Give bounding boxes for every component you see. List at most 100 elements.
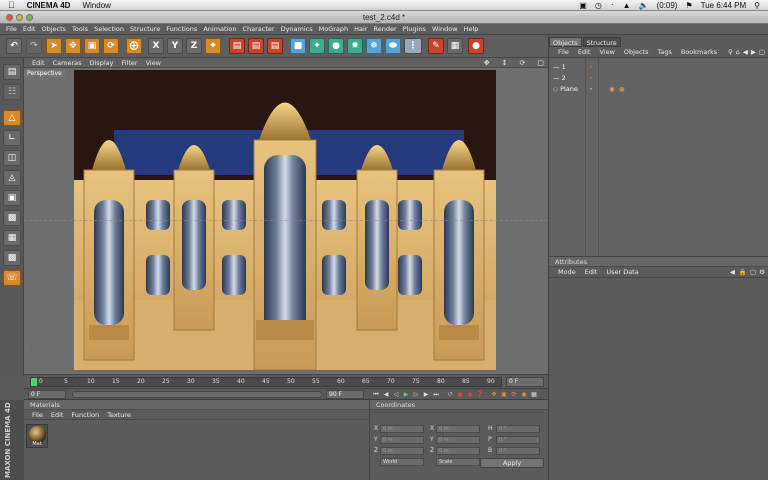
materials-menu-file[interactable]: File — [32, 411, 43, 419]
scale-icon[interactable]: ▣ — [84, 38, 100, 54]
close-window-button[interactable] — [6, 14, 13, 21]
bluetooth-icon[interactable]: ᛫ — [610, 1, 615, 10]
deformer-icon[interactable]: ❅ — [366, 38, 382, 54]
monitor-icon[interactable]: ▣ — [579, 1, 587, 10]
new-view-icon[interactable]: ▢ — [759, 48, 765, 56]
objects-menu-file[interactable]: File — [558, 48, 569, 56]
battery-status[interactable]: (0:09) — [657, 1, 678, 10]
render-picture-viewer-icon[interactable]: ▤ — [248, 38, 264, 54]
go-to-start-icon[interactable]: ⏮ — [372, 391, 380, 399]
position-key-icon[interactable]: ✥ — [490, 391, 498, 399]
nurbs-icon[interactable]: ● — [328, 38, 344, 54]
dolly-icon[interactable]: ↕ — [502, 59, 508, 67]
wifi-icon[interactable]: ▲ — [623, 1, 631, 10]
z-axis-lock-icon[interactable]: Z — [186, 38, 202, 54]
viewport-menu-display[interactable]: Display — [90, 59, 114, 67]
y-axis-lock-icon[interactable]: Y — [167, 38, 183, 54]
menu-objects[interactable]: Objects — [41, 25, 66, 33]
next-key-icon[interactable]: ▶ — [422, 391, 430, 399]
material-swatch[interactable]: Mat — [26, 424, 48, 448]
minimize-window-button[interactable] — [16, 14, 23, 21]
clock[interactable]: Tue 6:44 PM — [701, 1, 747, 10]
menu-render[interactable]: Render — [374, 25, 397, 33]
menu-functions[interactable]: Functions — [166, 25, 197, 33]
tab-structure[interactable]: Structure — [582, 37, 621, 47]
list-item[interactable]: ◇ Plane • ◉ ● — [553, 85, 625, 93]
light-icon[interactable]: ▦ — [447, 38, 463, 54]
prev-frame-icon[interactable]: ◁ — [392, 391, 400, 399]
menu-file[interactable]: File — [6, 25, 17, 33]
move-icon[interactable]: ✥ — [65, 38, 81, 54]
size-y-field[interactable]: 0 m — [436, 436, 480, 444]
back-icon[interactable]: ◀ — [743, 48, 748, 56]
visibility-dot-icon[interactable]: • — [589, 63, 593, 71]
points-icon[interactable]: ◫ — [3, 150, 21, 166]
settings-icon[interactable]: ⚙ — [759, 268, 765, 276]
autokey-icon[interactable]: ◉ — [466, 391, 474, 399]
param-key-icon[interactable]: ◉ — [520, 391, 528, 399]
viewport-menu-filter[interactable]: Filter — [121, 59, 137, 67]
scale-select[interactable]: Scale — [436, 458, 480, 466]
window-menu[interactable]: Window — [82, 1, 110, 10]
forward-icon[interactable]: ▶ — [751, 48, 756, 56]
play-icon[interactable]: ▶ — [402, 391, 410, 399]
array-icon[interactable]: ✹ — [347, 38, 363, 54]
spline-pen-icon[interactable]: ✦ — [309, 38, 325, 54]
visibility-dot-icon[interactable]: • — [589, 85, 593, 93]
record-icon[interactable]: ● — [468, 38, 484, 54]
spotlight-icon[interactable]: ⚲ — [754, 1, 760, 10]
viewport-menu-view[interactable]: View — [146, 59, 161, 67]
tab-objects[interactable]: Objects — [549, 37, 582, 47]
timeline-ruler[interactable]: 0 5 10 15 20 25 30 35 40 45 50 55 60 65 … — [30, 377, 502, 387]
menu-tools[interactable]: Tools — [72, 25, 88, 33]
menu-dynamics[interactable]: Dynamics — [281, 25, 313, 33]
x-axis-lock-icon[interactable]: X — [148, 38, 164, 54]
materials-menu-edit[interactable]: Edit — [51, 411, 64, 419]
edges-icon[interactable]: ◬ — [3, 170, 21, 186]
list-item[interactable]: — 1 • — [553, 63, 593, 71]
viewport-menu-edit[interactable]: Edit — [32, 59, 45, 67]
rotate-icon[interactable]: ⟳ — [103, 38, 119, 54]
back-arrow-icon[interactable]: ◀ — [730, 268, 735, 276]
use-object-icon[interactable]: ☷ — [3, 84, 21, 100]
menu-mograph[interactable]: MoGraph — [319, 25, 349, 33]
objects-menu-objects[interactable]: Objects — [624, 48, 649, 56]
position-z-field[interactable]: 0 m — [380, 447, 424, 455]
live-select-icon[interactable]: ⨁ — [126, 38, 142, 54]
visibility-dot-icon[interactable]: • — [589, 74, 593, 82]
texture-axis-icon[interactable]: ∟ — [3, 130, 21, 146]
materials-menu-function[interactable]: Function — [71, 411, 99, 419]
environment-icon[interactable]: ⋮ — [404, 38, 422, 54]
menu-animation[interactable]: Animation — [203, 25, 236, 33]
loop-icon[interactable]: ↺ — [446, 391, 454, 399]
orbit-icon[interactable]: ⟳ — [520, 59, 526, 67]
viewport[interactable]: Perspective ∟ — [24, 68, 548, 374]
apple-icon[interactable]:  — [8, 0, 15, 10]
objects-menu-edit[interactable]: Edit — [578, 48, 591, 56]
pla-key-icon[interactable]: ▦ — [530, 391, 538, 399]
size-z-field[interactable]: 0 m — [436, 447, 480, 455]
lock-icon[interactable]: 🔒 — [739, 268, 747, 276]
viewport-menu-cameras[interactable]: Cameras — [53, 59, 82, 67]
pan-icon[interactable]: ✥ — [484, 59, 490, 67]
materials-menu-texture[interactable]: Texture — [107, 411, 131, 419]
attributes-menu-mode[interactable]: Mode — [558, 268, 576, 276]
frame-range-slider[interactable] — [72, 391, 322, 398]
menu-structure[interactable]: Structure — [130, 25, 160, 33]
maximize-icon[interactable]: ▢ — [537, 59, 544, 67]
flag-icon[interactable]: ⚑ — [685, 1, 692, 10]
objects-menu-tags[interactable]: Tags — [657, 48, 671, 56]
texture-tag-icon[interactable]: ◉ — [609, 85, 615, 93]
position-x-field[interactable]: 0 m — [380, 425, 424, 433]
apply-button[interactable]: Apply — [480, 458, 544, 468]
start-frame-field[interactable]: 0 F — [28, 390, 66, 399]
scale-key-icon[interactable]: ▣ — [500, 391, 508, 399]
use-texture-icon[interactable]: △ — [3, 110, 21, 126]
menu-help[interactable]: Help — [464, 25, 479, 33]
soft-selection-icon[interactable]: ▩ — [3, 250, 21, 266]
home-icon[interactable]: ⌂ — [736, 48, 740, 56]
menu-selection[interactable]: Selection — [94, 25, 124, 33]
use-model-icon[interactable]: ▤ — [3, 64, 21, 80]
go-to-end-icon[interactable]: ⏭ — [432, 391, 440, 399]
search-icon[interactable]: ⚲ — [728, 48, 733, 56]
